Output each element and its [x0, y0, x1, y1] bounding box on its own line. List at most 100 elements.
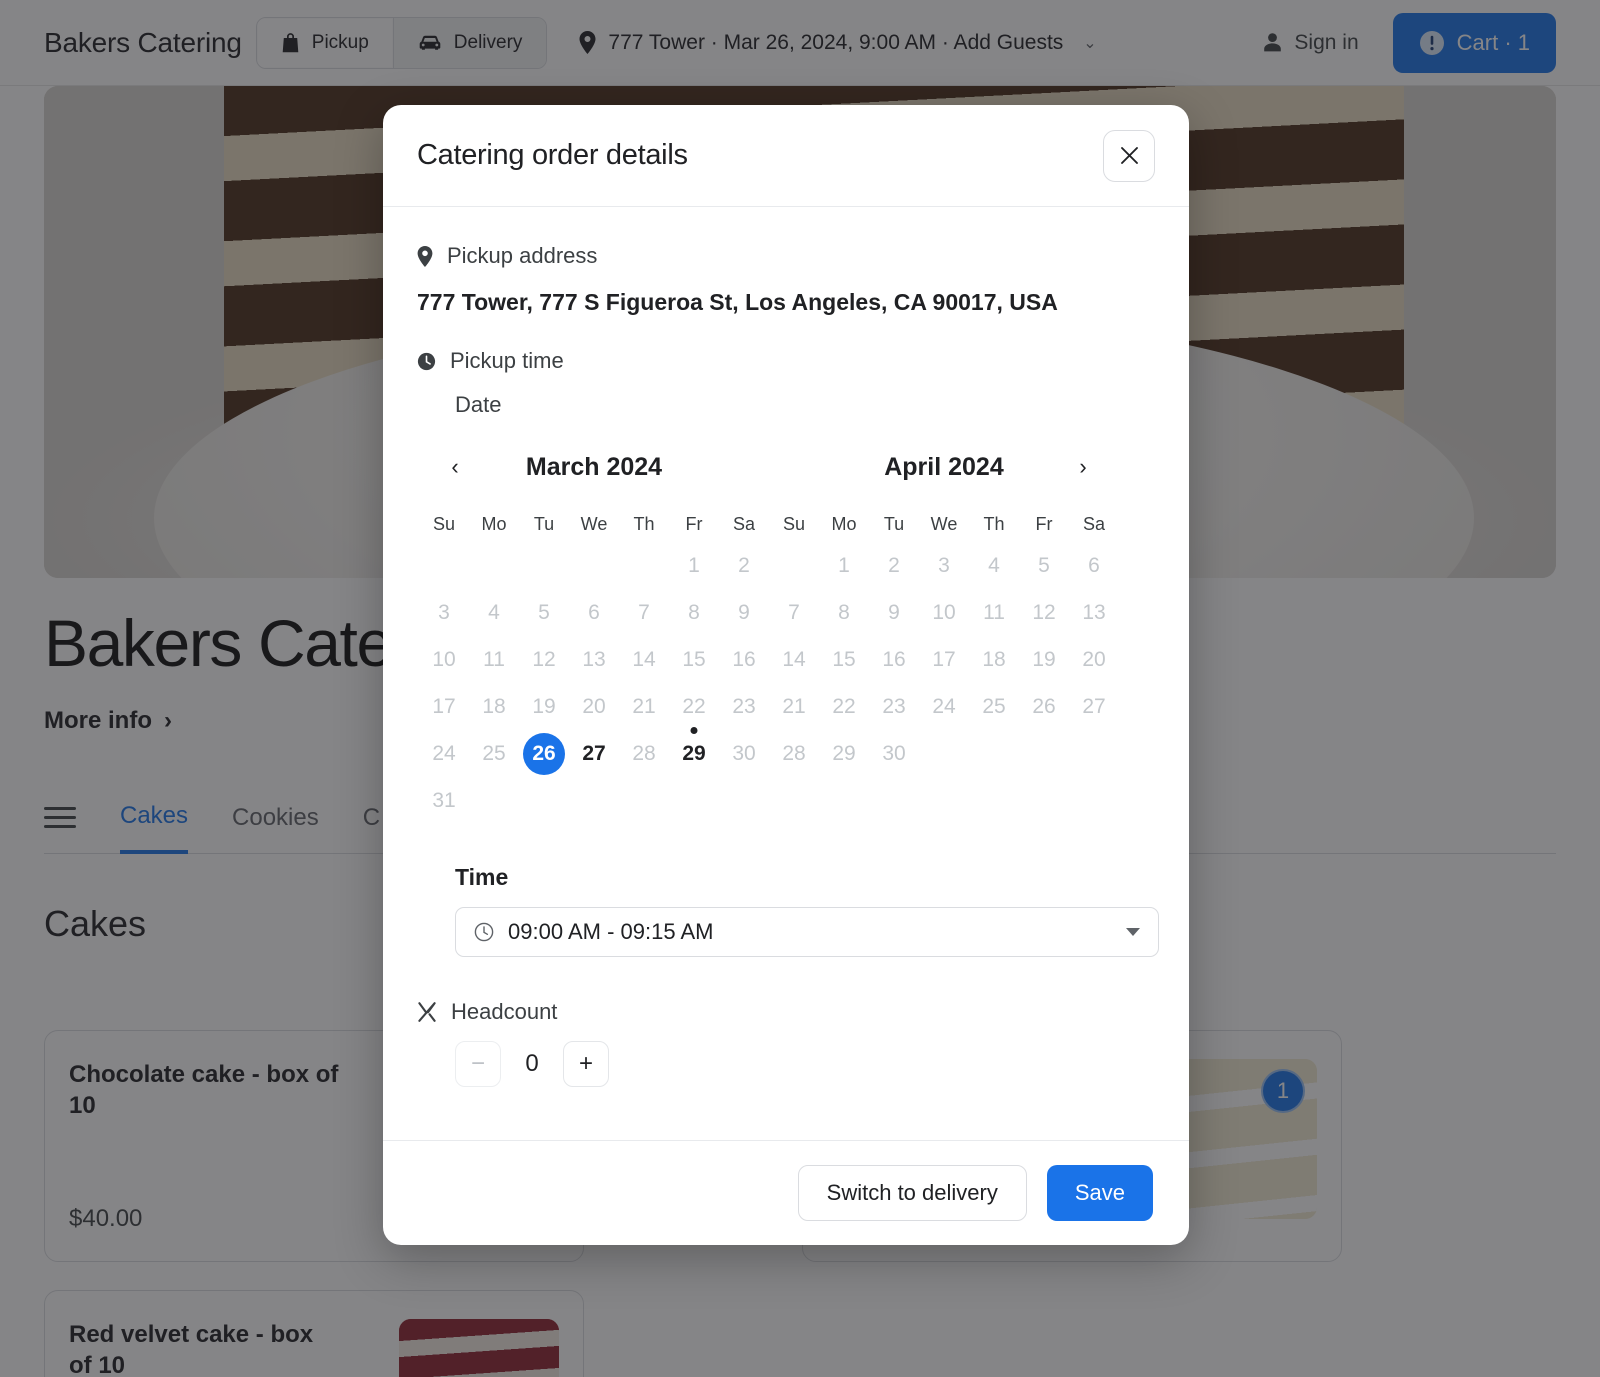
weekday-label: Tu [533, 513, 555, 534]
calendar-day-16: 16 [732, 647, 756, 671]
catering-order-details-dialog: Catering order details Pickup address 77… [383, 105, 1189, 1245]
calendar-month-title: April 2024 [884, 452, 1004, 481]
calendar-cell-empty [469, 542, 519, 589]
calendar-cell: 10 [419, 636, 469, 683]
calendar-day-22: 22 [682, 694, 706, 718]
calendar-day-13: 13 [582, 647, 606, 671]
calendar-day-29[interactable]: 29 [673, 733, 715, 775]
calendar-day-4: 4 [988, 553, 1000, 577]
save-button[interactable]: Save [1046, 1165, 1153, 1221]
calendar-day-28: 28 [782, 741, 806, 765]
calendar-cell: 2 [869, 542, 919, 589]
calendar-cell-empty [569, 542, 619, 589]
calendar-cell: 28 [769, 730, 819, 777]
calendar-day-3: 3 [938, 553, 950, 577]
headcount-increment-button[interactable]: + [563, 1041, 609, 1087]
calendar-cell[interactable]: 26 [519, 730, 569, 777]
calendar-day-12: 12 [1032, 600, 1056, 624]
calendar-day-26[interactable]: 26 [523, 732, 565, 775]
calendar-day-17: 17 [932, 647, 956, 671]
calendar-cell[interactable]: 27 [569, 730, 619, 777]
calendar-day-22: 22 [832, 694, 856, 718]
switch-to-delivery-button[interactable]: Switch to delivery [797, 1165, 1027, 1221]
calendar-cell: 16 [719, 636, 769, 683]
calendar-cell: 11 [969, 589, 1019, 636]
calendar-month-april: April 2024 › Su Mo Tu We Th Fr Sa 123456… [769, 444, 1119, 824]
headcount-decrement-button[interactable]: − [455, 1041, 501, 1087]
calendar-day-12: 12 [532, 647, 556, 671]
calendar-cell: 3 [919, 542, 969, 589]
calendar-cell: 27 [1069, 683, 1119, 730]
calendar-cell: 1 [669, 542, 719, 589]
calendar-cell: 1 [819, 542, 869, 589]
calendar-day-23: 23 [732, 694, 756, 718]
close-icon[interactable] [1103, 129, 1155, 182]
calendar-month-march: ‹ March 2024 Su Mo Tu We Th Fr Sa 123456… [419, 444, 769, 824]
pin-icon [417, 245, 433, 267]
calendar-cell: 21 [619, 683, 669, 730]
calendar-cell[interactable]: 29 [669, 727, 719, 777]
next-month-icon[interactable]: › [1065, 449, 1101, 485]
calendar-day-15: 15 [832, 647, 856, 671]
time-select[interactable]: 09:00 AM - 09:15 AM [455, 907, 1159, 957]
calendar-day-6: 6 [588, 600, 600, 624]
weekday-label: Mo [831, 513, 857, 534]
calendar-cell-empty [419, 542, 469, 589]
weekday-header-row: Su Mo Tu We Th Fr Sa [419, 506, 769, 542]
calendar-cell-empty [769, 542, 819, 589]
calendar-cell: 7 [619, 589, 669, 636]
calendar-day-24: 24 [432, 741, 456, 765]
calendar-day-10: 10 [932, 600, 956, 624]
calendar-cell: 16 [869, 636, 919, 683]
calendar-cell: 24 [919, 683, 969, 730]
calendar-day-2: 2 [888, 553, 900, 577]
calendar-day-18: 18 [982, 647, 1006, 671]
calendar-cell: 30 [869, 730, 919, 777]
calendar-cell: 7 [769, 589, 819, 636]
calendar-day-27[interactable]: 27 [573, 733, 615, 775]
weekday-label: Fr [685, 513, 703, 534]
calendar-day-21: 21 [782, 694, 806, 718]
calendar-cell: 11 [469, 636, 519, 683]
calendar-day-27: 27 [1082, 694, 1106, 718]
calendar-cell: 20 [569, 683, 619, 730]
pickup-address-label-row: Pickup address [417, 243, 1155, 269]
calendar-cell: 4 [969, 542, 1019, 589]
calendar-day-31: 31 [432, 788, 456, 812]
time-label: Time [455, 864, 509, 890]
calendar-day-18: 18 [482, 694, 506, 718]
calendar-day-9: 9 [888, 600, 900, 624]
calendar-cell: 4 [469, 589, 519, 636]
calendar-day-4: 4 [488, 600, 500, 624]
calendar-day-grid: 1 2 3 4 5 6 7 8 9 10 11 12 13 14 15 16 17 18 19 20 21 22 23 24 2… [769, 542, 1119, 777]
dialog-body: Pickup address 777 Tower, 777 S Figueroa… [383, 207, 1189, 1140]
calendar-day-16: 16 [882, 647, 906, 671]
calendar-cell: 25 [969, 683, 1019, 730]
calendar-day-10: 10 [432, 647, 456, 671]
calendar-day-7: 7 [788, 600, 800, 624]
weekday-label: We [580, 513, 608, 534]
calendar-day-26: 26 [1032, 694, 1056, 718]
calendar-cell: 10 [919, 589, 969, 636]
weekday-label: We [930, 513, 958, 534]
calendar-day-14: 14 [632, 647, 656, 671]
calendar-day-29: 29 [832, 741, 856, 765]
calendar-day-28: 28 [632, 741, 656, 765]
calendar-cell: 18 [469, 683, 519, 730]
pickup-time-label: Pickup time [450, 348, 564, 373]
calendar-cell: 8 [669, 589, 719, 636]
calendar-cell: 17 [419, 683, 469, 730]
weekday-label: Mo [481, 513, 507, 534]
calendar-day-19: 19 [1032, 647, 1056, 671]
weekday-header-row: Su Mo Tu We Th Fr Sa [769, 506, 1119, 542]
headcount-value: 0 [525, 1050, 539, 1077]
weekday-label: Th [983, 513, 1005, 534]
calendar-cell: 13 [1069, 589, 1119, 636]
calendar-cell: 14 [769, 636, 819, 683]
weekday-label: Fr [1035, 513, 1053, 534]
calendar-day-20: 20 [1082, 647, 1106, 671]
calendar-cell: 6 [1069, 542, 1119, 589]
calendar-day-17: 17 [432, 694, 456, 718]
calendar-cell: 23 [719, 683, 769, 730]
prev-month-icon[interactable]: ‹ [437, 449, 473, 485]
